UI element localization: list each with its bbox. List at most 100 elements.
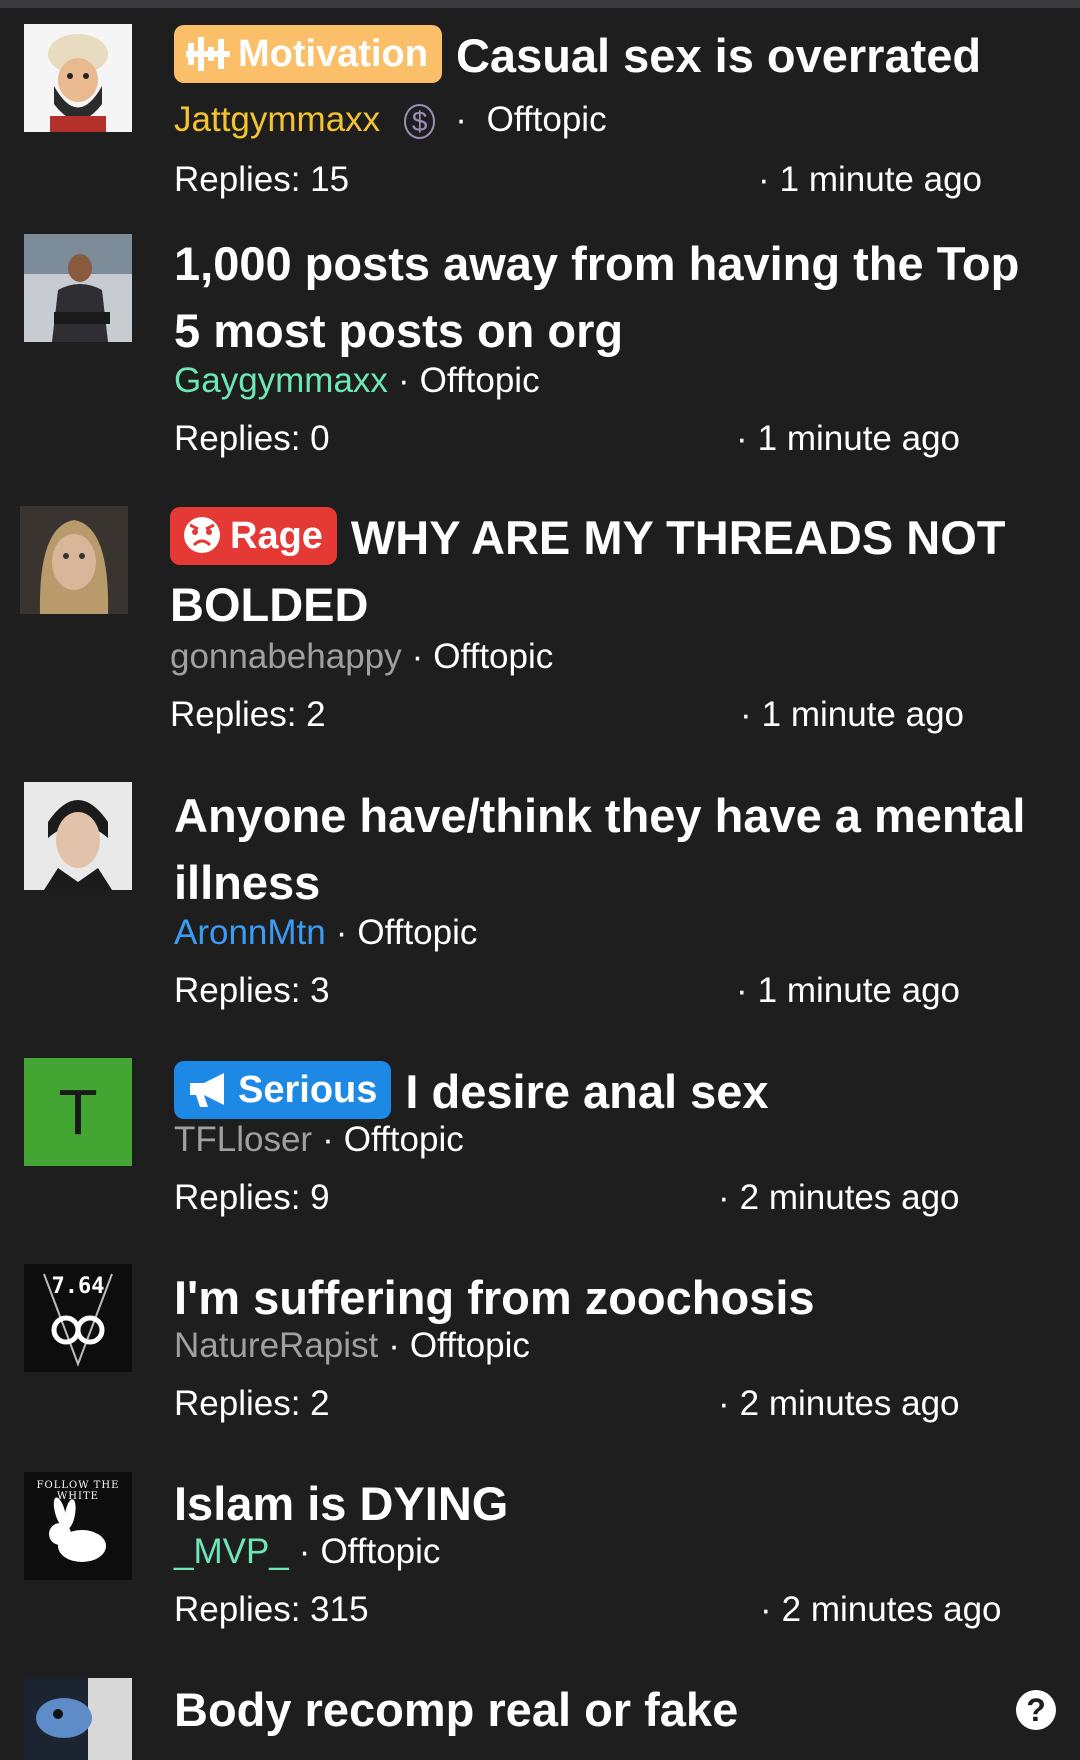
timestamp-group: · 1 minute ago [748,159,982,201]
timestamp-group: · 2 minutes ago [708,1177,960,1219]
avatar[interactable] [24,782,132,890]
angry-face-icon [184,516,220,553]
timestamp: 2 minutes ago [739,1178,960,1217]
thread-meta: NatureRapist · Offtopic [174,1325,1054,1367]
thread-meta: Jattgymmaxx $ · Offtopic [174,99,1054,143]
timestamp: 2 minutes ago [739,1384,960,1423]
timestamp: 1 minute ago [757,971,961,1010]
separator: · [397,361,410,400]
timestamp-group: · 2 minutes ago [750,1589,1002,1631]
tag-label: Rage [230,515,323,557]
thread-title[interactable]: Islam is DYING [174,1470,1054,1537]
timestamp: 1 minute ago [761,695,965,734]
author-link[interactable]: gonnabehappy [170,637,402,676]
thread-title-text[interactable]: I desire anal sex [405,1065,768,1118]
reply-count: Replies: 2 [170,695,326,734]
megaphone-icon [190,1072,224,1107]
separator: · [736,971,748,1010]
timestamp-group: · 1 minute ago [726,418,960,460]
author-link[interactable]: TFLloser [174,1120,312,1159]
separator: · [455,100,467,139]
thread-footer: Replies: 15 · 1 minute ago [174,159,1054,201]
separator: · [758,160,770,199]
thread-footer: Replies: 0 · 1 minute ago [174,418,1054,460]
thread-title[interactable]: Serious I desire anal sex [174,1058,1054,1125]
separator: · [740,695,752,734]
timestamp: 1 minute ago [757,419,961,458]
prefix-tag-serious[interactable]: Serious [174,1061,392,1119]
prefix-tag-motivation[interactable]: Motivation [174,25,442,83]
thread-footer: Replies: 3 · 1 minute ago [174,970,1064,1012]
avatar[interactable]: T [24,1058,132,1166]
separator: · [335,913,348,952]
help-button[interactable]: ? [1016,1690,1056,1730]
thread-meta: gonnabehappy · Offtopic [170,636,1060,678]
equalizer-icon [186,36,230,71]
author-link[interactable]: NatureRapist [174,1326,378,1365]
forum-link[interactable]: Offtopic [487,100,607,139]
avatar-letter: T [58,1076,98,1148]
separator: · [736,419,748,458]
avatar[interactable] [24,1678,132,1760]
thread-footer: Replies: 315 · 2 minutes ago [174,1589,1054,1631]
thread-footer: Replies: 2 · 2 minutes ago [174,1383,1054,1425]
forum-link[interactable]: Offtopic [320,1532,440,1571]
thread-meta: Gaygymmaxx · Offtopic [174,360,1054,402]
tag-label: Serious [238,1069,378,1111]
reply-count: Replies: 2 [174,1384,330,1423]
avatar-photo-man-icon [24,234,132,342]
timestamp: 2 minutes ago [781,1590,1002,1629]
reply-count: Replies: 0 [174,419,330,458]
separator: · [411,637,424,676]
forum-link[interactable]: Offtopic [357,913,477,952]
forum-link[interactable]: Offtopic [410,1326,530,1365]
reply-count: Replies: 9 [174,1178,330,1217]
white-rabbit-icon [49,1497,106,1562]
avatar-cartoon-sikh-icon [24,24,132,132]
dollar-badge-icon: $ [403,104,436,139]
avatar-photo-woman-icon [20,506,128,614]
avatar[interactable] [20,506,128,614]
avatar[interactable]: FOLLOW THE WHITE [24,1472,132,1580]
thread-title[interactable]: Body recomp real or fake [174,1676,974,1743]
thread-title[interactable]: Motivation Casual sex is overrated [174,22,1054,89]
thread-title[interactable]: I'm suffering from zoochosis [174,1264,1054,1331]
tag-label: Motivation [238,33,428,75]
prefix-tag-rage[interactable]: Rage [170,507,337,565]
thread-meta: _MVP_ · Offtopic [174,1531,1054,1573]
author-link[interactable]: Gaygymmaxx [174,361,388,400]
thread-meta: TFLloser · Offtopic [174,1119,1054,1161]
separator: · [718,1384,730,1423]
separator: · [298,1532,311,1571]
timestamp-group: · 2 minutes ago [708,1383,960,1425]
timestamp: 1 minute ago [779,160,983,199]
separator: · [322,1120,334,1159]
reply-count: Replies: 3 [174,971,330,1010]
avatar[interactable]: 7.64 [24,1264,132,1372]
avatar-photo-man-suit-icon [24,782,132,890]
forum-link[interactable]: Offtopic [433,637,553,676]
avatar-dolphin-icon [24,1678,132,1760]
thread-footer: Replies: 9 · 2 minutes ago [174,1177,1054,1219]
avatar[interactable] [24,234,132,342]
separator: · [760,1590,772,1629]
thread-title-text[interactable]: Casual sex is overrated [456,29,981,82]
author-link[interactable]: _MVP_ [174,1532,289,1571]
separator: · [718,1178,730,1217]
top-edge-bar [0,0,1080,8]
author-link[interactable]: Jattgymmaxx [174,100,380,139]
forum-link[interactable]: Offtopic [420,361,540,400]
thread-title[interactable]: 1,000 posts away from having the Top 5 m… [174,230,1054,364]
avatar[interactable] [24,24,132,132]
thread-title[interactable]: Rage WHY ARE MY THREADS NOT BOLDED [170,504,1060,638]
reply-count: Replies: 315 [174,1590,369,1629]
thread-title[interactable]: Anyone have/think they have a mental ill… [174,782,1064,916]
separator: · [388,1326,400,1365]
thread-footer: Replies: 2 · 1 minute ago [170,694,1060,736]
reply-count: Replies: 15 [174,160,350,199]
forum-link[interactable]: Offtopic [344,1120,464,1159]
author-link[interactable]: AronnMtn [174,913,326,952]
occult-symbol-icon [43,1273,113,1367]
thread-meta: AronnMtn · Offtopic [174,912,1064,954]
timestamp-group: · 1 minute ago [730,694,964,736]
